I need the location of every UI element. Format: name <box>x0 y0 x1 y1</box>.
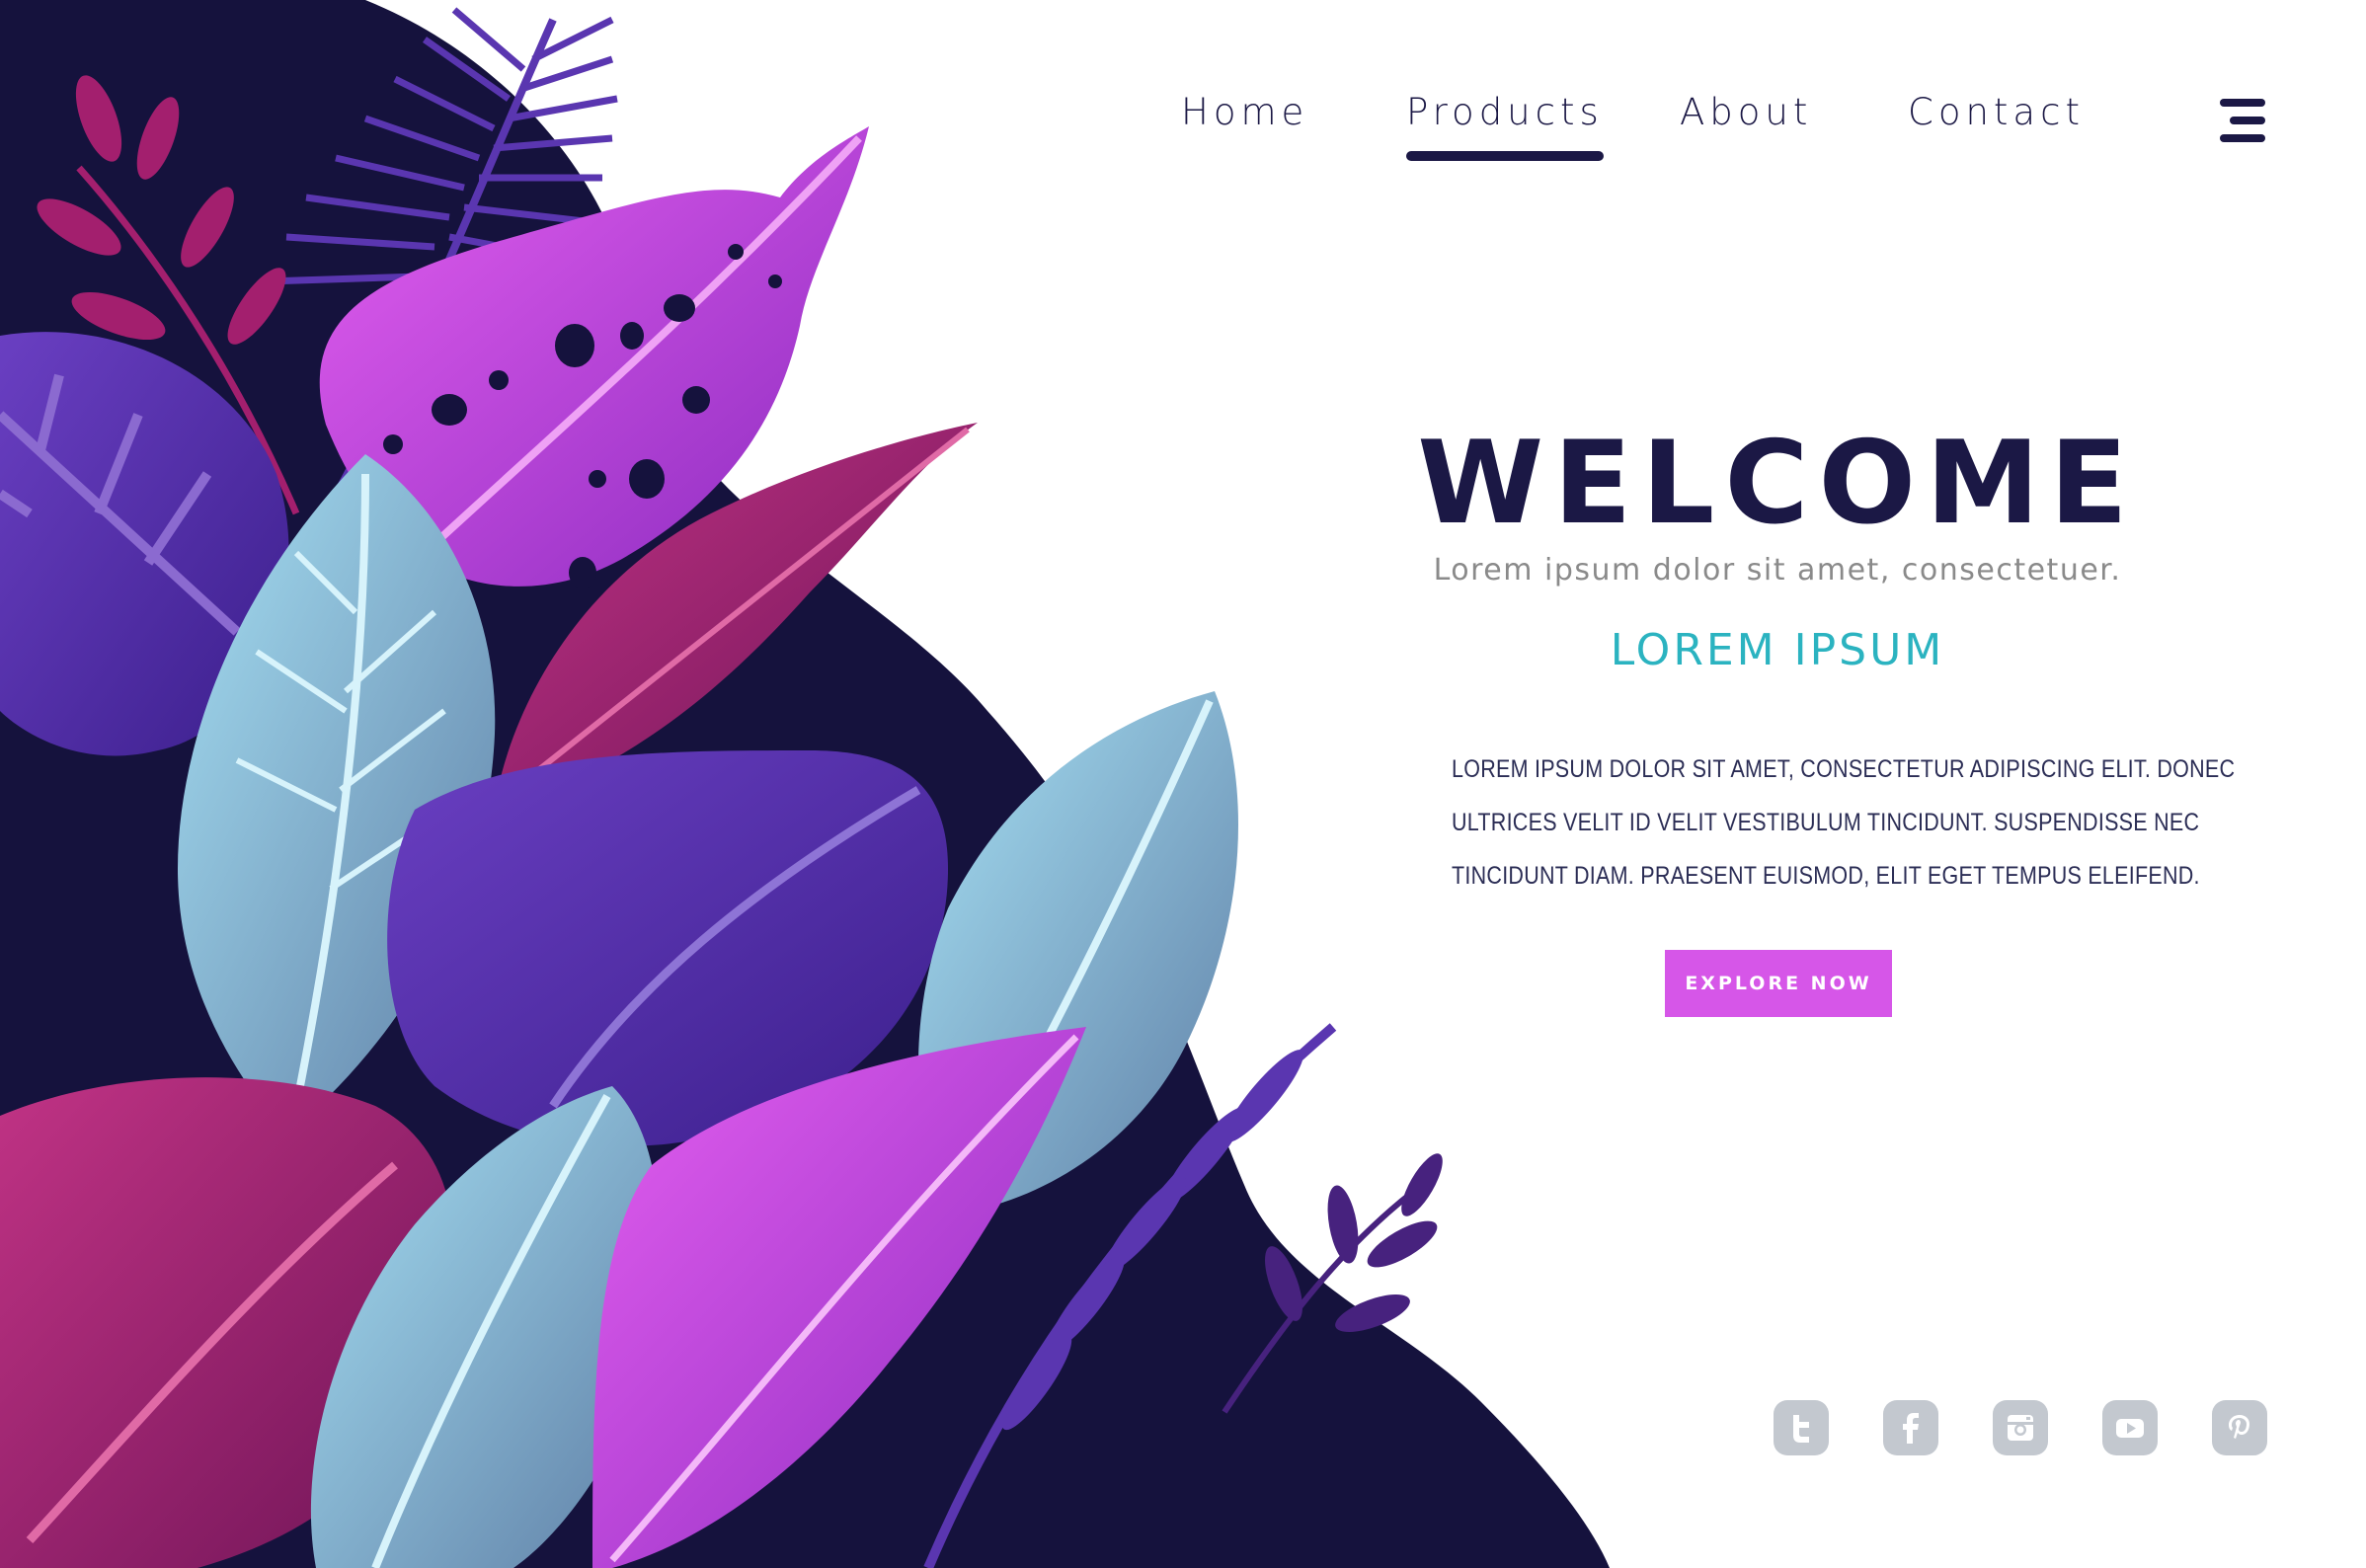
body-line: ultrices velit id velit vestibulum tinci… <box>1452 809 2200 836</box>
nav-about[interactable]: About <box>1680 91 1812 133</box>
instagram-icon[interactable] <box>1993 1400 2048 1455</box>
hero-subtitle: Lorem ipsum dolor sit amet, consectetuer… <box>1433 553 2122 588</box>
hamburger-menu-icon[interactable] <box>2216 99 2265 142</box>
hero-body-text: Lorem ipsum dolor sit amet, consectetur … <box>1452 743 2236 902</box>
hero-heading: LOREM IPSUM <box>1610 625 1945 675</box>
nav-contact[interactable]: Contact <box>1908 91 2085 133</box>
pinterest-icon[interactable] <box>2212 1400 2267 1455</box>
active-nav-indicator <box>1406 151 1604 161</box>
body-line: Lorem ipsum dolor sit amet, consectetur … <box>1452 755 2236 783</box>
body-line: tincidunt diam. Praesent euismod, elit e… <box>1452 862 2200 890</box>
tropical-leaves-illustration <box>0 0 1610 1568</box>
explore-now-button[interactable]: EXPLORE NOW <box>1665 950 1892 1017</box>
nav-home[interactable]: Home <box>1181 91 1308 133</box>
hero-section: WELCOME Lorem ipsum dolor sit amet, cons… <box>1382 417 2172 676</box>
twitter-icon[interactable] <box>1774 1400 1829 1455</box>
facebook-icon[interactable] <box>1883 1400 1938 1455</box>
nav-products[interactable]: Products <box>1406 91 1604 161</box>
youtube-icon[interactable] <box>2102 1400 2158 1455</box>
page-title: WELCOME <box>1417 417 2138 550</box>
